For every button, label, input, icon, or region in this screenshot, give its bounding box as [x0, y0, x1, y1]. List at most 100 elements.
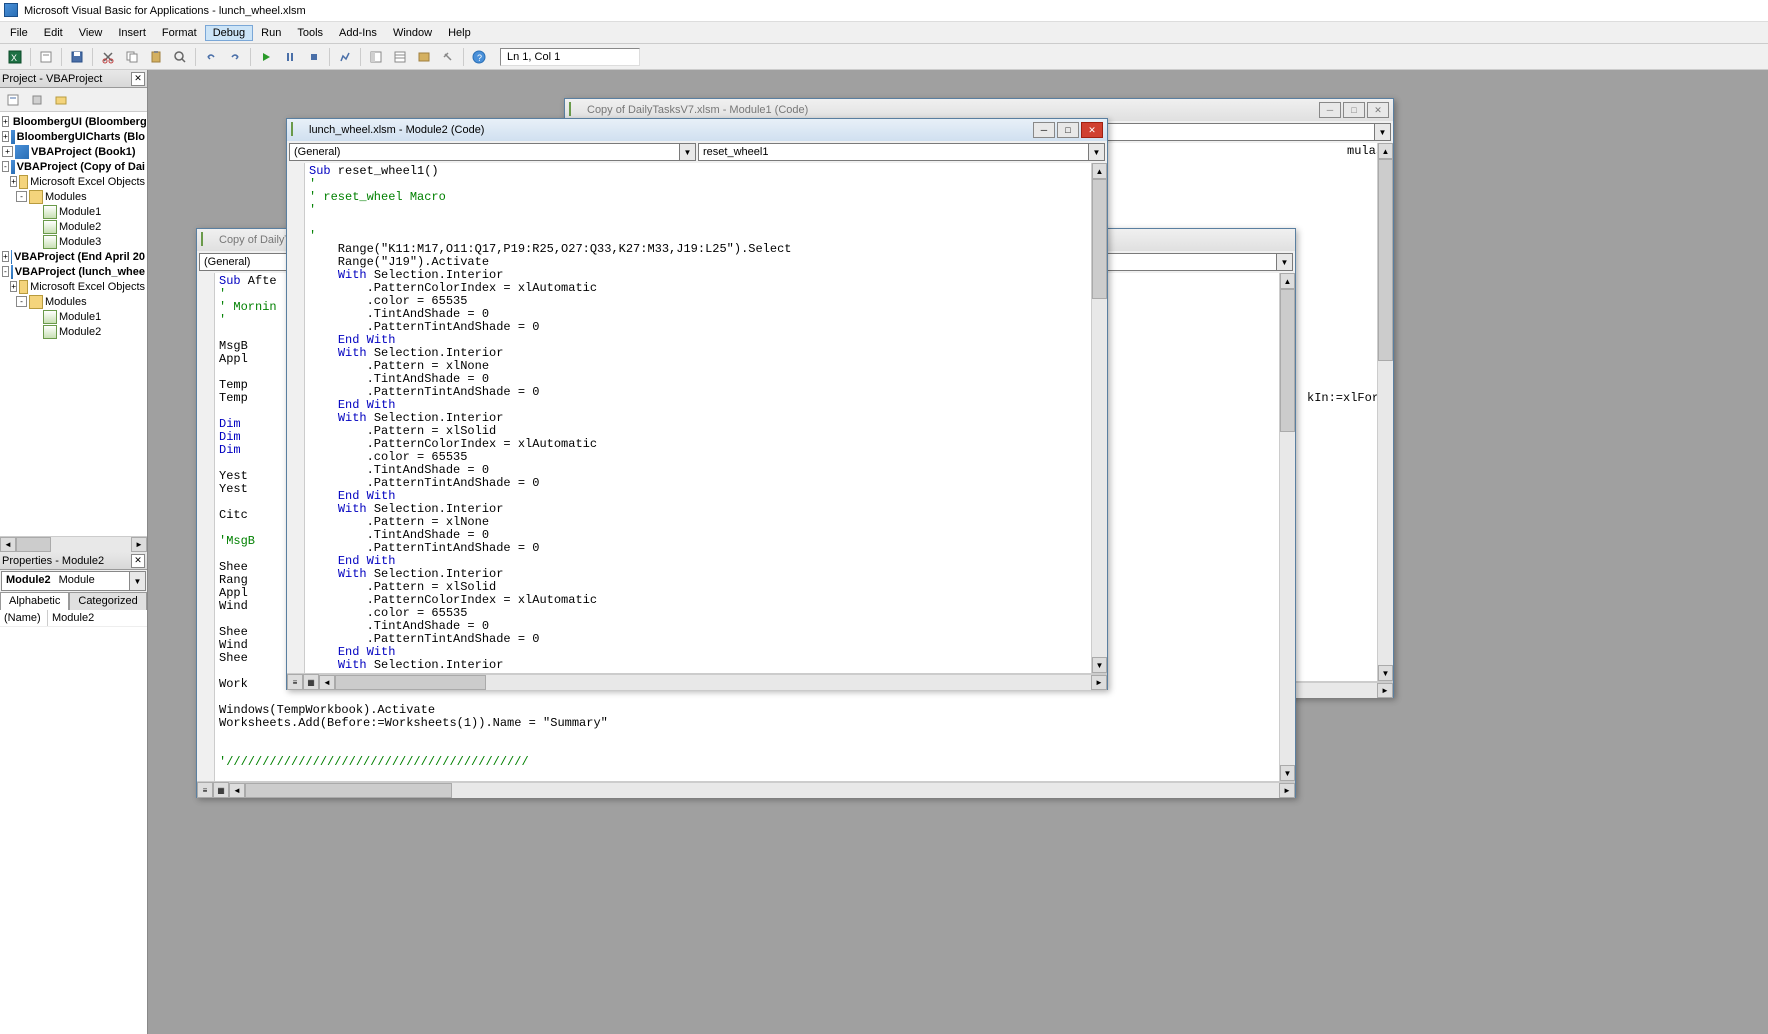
minimize-button[interactable]: ─: [1033, 122, 1055, 138]
chevron-down-icon[interactable]: ▼: [1276, 254, 1292, 270]
tree-node[interactable]: +BloombergUI (Bloomberg: [2, 114, 145, 129]
vba-app-icon: [4, 3, 20, 19]
paste-icon[interactable]: [145, 46, 167, 68]
maximize-button[interactable]: □: [1057, 122, 1079, 138]
project-explorer-icon[interactable]: [365, 46, 387, 68]
break-icon[interactable]: [279, 46, 301, 68]
full-module-view-icon[interactable]: ▦: [303, 674, 319, 690]
save-icon[interactable]: [66, 46, 88, 68]
project-pane-close-icon[interactable]: ✕: [131, 72, 145, 86]
menu-file[interactable]: File: [2, 25, 36, 41]
tree-node[interactable]: -VBAProject (Copy of Dai: [2, 159, 145, 174]
menu-tools[interactable]: Tools: [289, 25, 331, 41]
chevron-down-icon[interactable]: ▼: [129, 572, 145, 590]
object-browser-icon[interactable]: [413, 46, 435, 68]
code-window-lunch-wheel-module2[interactable]: lunch_wheel.xlsm - Module2 (Code) ─ □ ✕ …: [286, 118, 1108, 690]
menu-view[interactable]: View: [71, 25, 111, 41]
maximize-button[interactable]: □: [1343, 102, 1365, 118]
full-module-view-icon[interactable]: ▦: [213, 782, 229, 798]
toggle-folders-icon[interactable]: [50, 89, 72, 111]
tree-label: Module2: [59, 326, 101, 338]
close-button[interactable]: ✕: [1081, 122, 1103, 138]
menu-run[interactable]: Run: [253, 25, 289, 41]
scroll-left-icon[interactable]: ◄: [0, 537, 16, 552]
object-combo[interactable]: (General)▼: [289, 143, 696, 161]
scroll-left-icon[interactable]: ◄: [319, 675, 335, 690]
expand-icon[interactable]: +: [10, 176, 17, 187]
chevron-down-icon[interactable]: ▼: [1088, 144, 1104, 160]
expand-icon[interactable]: +: [10, 281, 17, 292]
project-tree[interactable]: +BloombergUI (Bloomberg+BloombergUIChart…: [0, 112, 147, 341]
scroll-down-icon[interactable]: ▼: [1092, 657, 1107, 673]
prop-name-value[interactable]: Module2: [48, 610, 98, 626]
scroll-right-icon[interactable]: ►: [1091, 675, 1107, 690]
copy-icon[interactable]: [121, 46, 143, 68]
menu-debug[interactable]: Debug: [205, 25, 253, 41]
properties-grid[interactable]: (Name) Module2: [0, 610, 147, 1034]
view-object-icon[interactable]: [26, 89, 48, 111]
code-editor[interactable]: Sub reset_wheel1() ' ' reset_wheel Macro…: [305, 163, 1091, 673]
tree-node[interactable]: +Microsoft Excel Objects: [2, 174, 145, 189]
find-icon[interactable]: [169, 46, 191, 68]
chevron-down-icon[interactable]: ▼: [1374, 124, 1390, 140]
procedure-view-icon[interactable]: ≡: [197, 782, 213, 798]
tree-node[interactable]: Module3: [2, 234, 145, 249]
redo-icon[interactable]: [224, 46, 246, 68]
scroll-up-icon[interactable]: ▲: [1092, 163, 1107, 179]
expand-icon[interactable]: +: [2, 131, 9, 142]
procedure-view-icon[interactable]: ≡: [287, 674, 303, 690]
tree-node[interactable]: +VBAProject (Book1): [2, 144, 145, 159]
expand-icon[interactable]: +: [2, 146, 13, 157]
scroll-right-icon[interactable]: ►: [131, 537, 147, 552]
menu-addins[interactable]: Add-Ins: [331, 25, 385, 41]
hscrollbar[interactable]: ◄►: [319, 674, 1107, 690]
tree-node[interactable]: +VBAProject (End April 20: [2, 249, 145, 264]
vscrollbar[interactable]: ▲▼: [1377, 143, 1393, 681]
tree-label: Module1: [59, 206, 101, 218]
tree-node[interactable]: Module1: [2, 309, 145, 324]
help-icon[interactable]: ?: [468, 46, 490, 68]
reset-icon[interactable]: [303, 46, 325, 68]
tree-node[interactable]: -Modules: [2, 189, 145, 204]
view-code-icon[interactable]: [2, 89, 24, 111]
project-hscroll[interactable]: ◄ ►: [0, 536, 147, 552]
tree-node[interactable]: Module1: [2, 204, 145, 219]
design-mode-icon[interactable]: [334, 46, 356, 68]
properties-icon[interactable]: [389, 46, 411, 68]
close-button[interactable]: ✕: [1367, 102, 1389, 118]
menu-edit[interactable]: Edit: [36, 25, 71, 41]
menu-help[interactable]: Help: [440, 25, 479, 41]
folder-icon: [19, 175, 28, 189]
code-margin[interactable]: [287, 163, 305, 673]
tree-node[interactable]: -Modules: [2, 294, 145, 309]
menu-format[interactable]: Format: [154, 25, 205, 41]
vscrollbar[interactable]: ▲▼: [1279, 273, 1295, 781]
properties-object-combo[interactable]: Module2 Module ▼: [1, 571, 146, 591]
procedure-combo[interactable]: reset_wheel1▼: [698, 143, 1105, 161]
chevron-down-icon[interactable]: ▼: [679, 144, 695, 160]
insert-module-icon[interactable]: [35, 46, 57, 68]
menu-insert[interactable]: Insert: [110, 25, 154, 41]
tree-node[interactable]: -VBAProject (lunch_whee: [2, 264, 145, 279]
menu-window[interactable]: Window: [385, 25, 440, 41]
properties-pane-close-icon[interactable]: ✕: [131, 554, 145, 568]
expand-icon[interactable]: -: [16, 191, 27, 202]
tree-node[interactable]: +BloombergUICharts (Blo: [2, 129, 145, 144]
tab-categorized[interactable]: Categorized: [69, 592, 146, 610]
expand-icon[interactable]: +: [2, 251, 9, 262]
vscrollbar[interactable]: ▲▼: [1091, 163, 1107, 673]
tab-alphabetic[interactable]: Alphabetic: [0, 592, 69, 610]
undo-icon[interactable]: [200, 46, 222, 68]
expand-icon[interactable]: -: [16, 296, 27, 307]
view-excel-icon[interactable]: X: [4, 46, 26, 68]
expand-icon[interactable]: -: [2, 161, 9, 172]
expand-icon[interactable]: +: [2, 116, 9, 127]
toolbox-icon[interactable]: [437, 46, 459, 68]
expand-icon[interactable]: -: [2, 266, 9, 277]
tree-node[interactable]: Module2: [2, 324, 145, 339]
cut-icon[interactable]: [97, 46, 119, 68]
tree-node[interactable]: +Microsoft Excel Objects: [2, 279, 145, 294]
minimize-button[interactable]: ─: [1319, 102, 1341, 118]
tree-node[interactable]: Module2: [2, 219, 145, 234]
run-icon[interactable]: [255, 46, 277, 68]
